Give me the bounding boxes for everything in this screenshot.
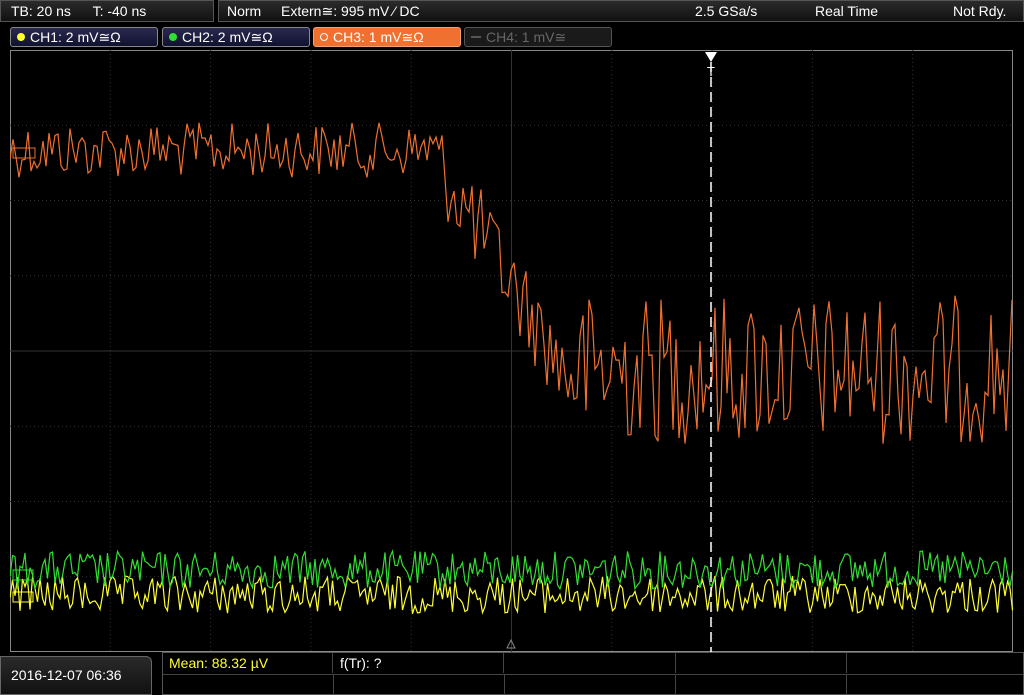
mean-measurement: Mean: 88.32 µV xyxy=(163,653,333,673)
datetime-label: 2016-12-07 06:36 xyxy=(11,667,122,683)
measurement-slot-3 xyxy=(505,653,676,673)
waveform-display[interactable]: T xyxy=(10,50,1013,652)
freq-measurement: f(Tr): ? xyxy=(334,653,504,673)
trigger-source: Extern≅: 995 mV ⁄ DC xyxy=(281,3,420,19)
measurement-slot-6 xyxy=(163,674,334,695)
measurement-panel[interactable]: Mean: 88.32 µV f(Tr): ? xyxy=(162,652,1024,695)
channel-2-label: CH2: 2 mV≅Ω xyxy=(182,29,273,45)
measurement-slot-5 xyxy=(847,653,1023,673)
trigger-marker-label: T xyxy=(707,64,715,79)
channel-3-dot-icon xyxy=(320,33,328,41)
ready-status: Not Rdy. xyxy=(953,3,1007,19)
channel-1-button[interactable]: CH1: 2 mV≅Ω xyxy=(10,27,158,47)
datetime-box[interactable]: 2016-12-07 06:36 xyxy=(0,656,152,695)
channel-4-label: CH4: 1 mV≅ xyxy=(486,29,567,45)
channel-2-button[interactable]: CH2: 2 mV≅Ω xyxy=(162,27,310,47)
channel-3-button[interactable]: CH3: 1 mV≅Ω xyxy=(313,27,461,47)
bottom-bar: 2016-12-07 06:36 Mean: 88.32 µV f(Tr): ? xyxy=(0,652,1024,695)
trigger-offset-label: T: -40 ns xyxy=(92,3,147,19)
channel-2-dot-icon xyxy=(169,33,177,41)
acquisition-mode: Real Time xyxy=(815,3,879,19)
channel-bar: CH1: 2 mV≅Ω CH2: 2 mV≅Ω CH3: 1 mV≅Ω CH4:… xyxy=(0,25,1024,49)
trigger-box[interactable]: Norm Extern≅: 995 mV ⁄ DC 2.5 GSa/s Real… xyxy=(218,0,1024,22)
top-status-bar: TB: 20 ns T: -40 ns Norm Extern≅: 995 mV… xyxy=(0,0,1024,24)
channel-4-dash-icon xyxy=(471,36,481,38)
measurement-slot-8 xyxy=(505,674,676,695)
timebase-box[interactable]: TB: 20 ns T: -40 ns xyxy=(0,0,214,22)
ch1-ground-marker[interactable] xyxy=(12,591,34,603)
timebase-label: TB: 20 ns xyxy=(11,3,71,19)
channel-3-label: CH3: 1 mV≅Ω xyxy=(333,29,424,45)
trigger-mode: Norm xyxy=(227,3,262,19)
measurement-slot-10 xyxy=(847,674,1023,695)
sample-rate: 2.5 GSa/s xyxy=(695,3,758,19)
channel-1-dot-icon xyxy=(17,33,25,41)
channel-1-label: CH1: 2 mV≅Ω xyxy=(30,29,121,45)
channel-4-button[interactable]: CH4: 1 mV≅ xyxy=(464,27,612,47)
trigger-arrow-icon xyxy=(705,52,717,62)
measurement-slot-7 xyxy=(334,674,505,695)
measurement-slot-4 xyxy=(676,653,847,673)
measurement-slot-9 xyxy=(676,674,847,695)
